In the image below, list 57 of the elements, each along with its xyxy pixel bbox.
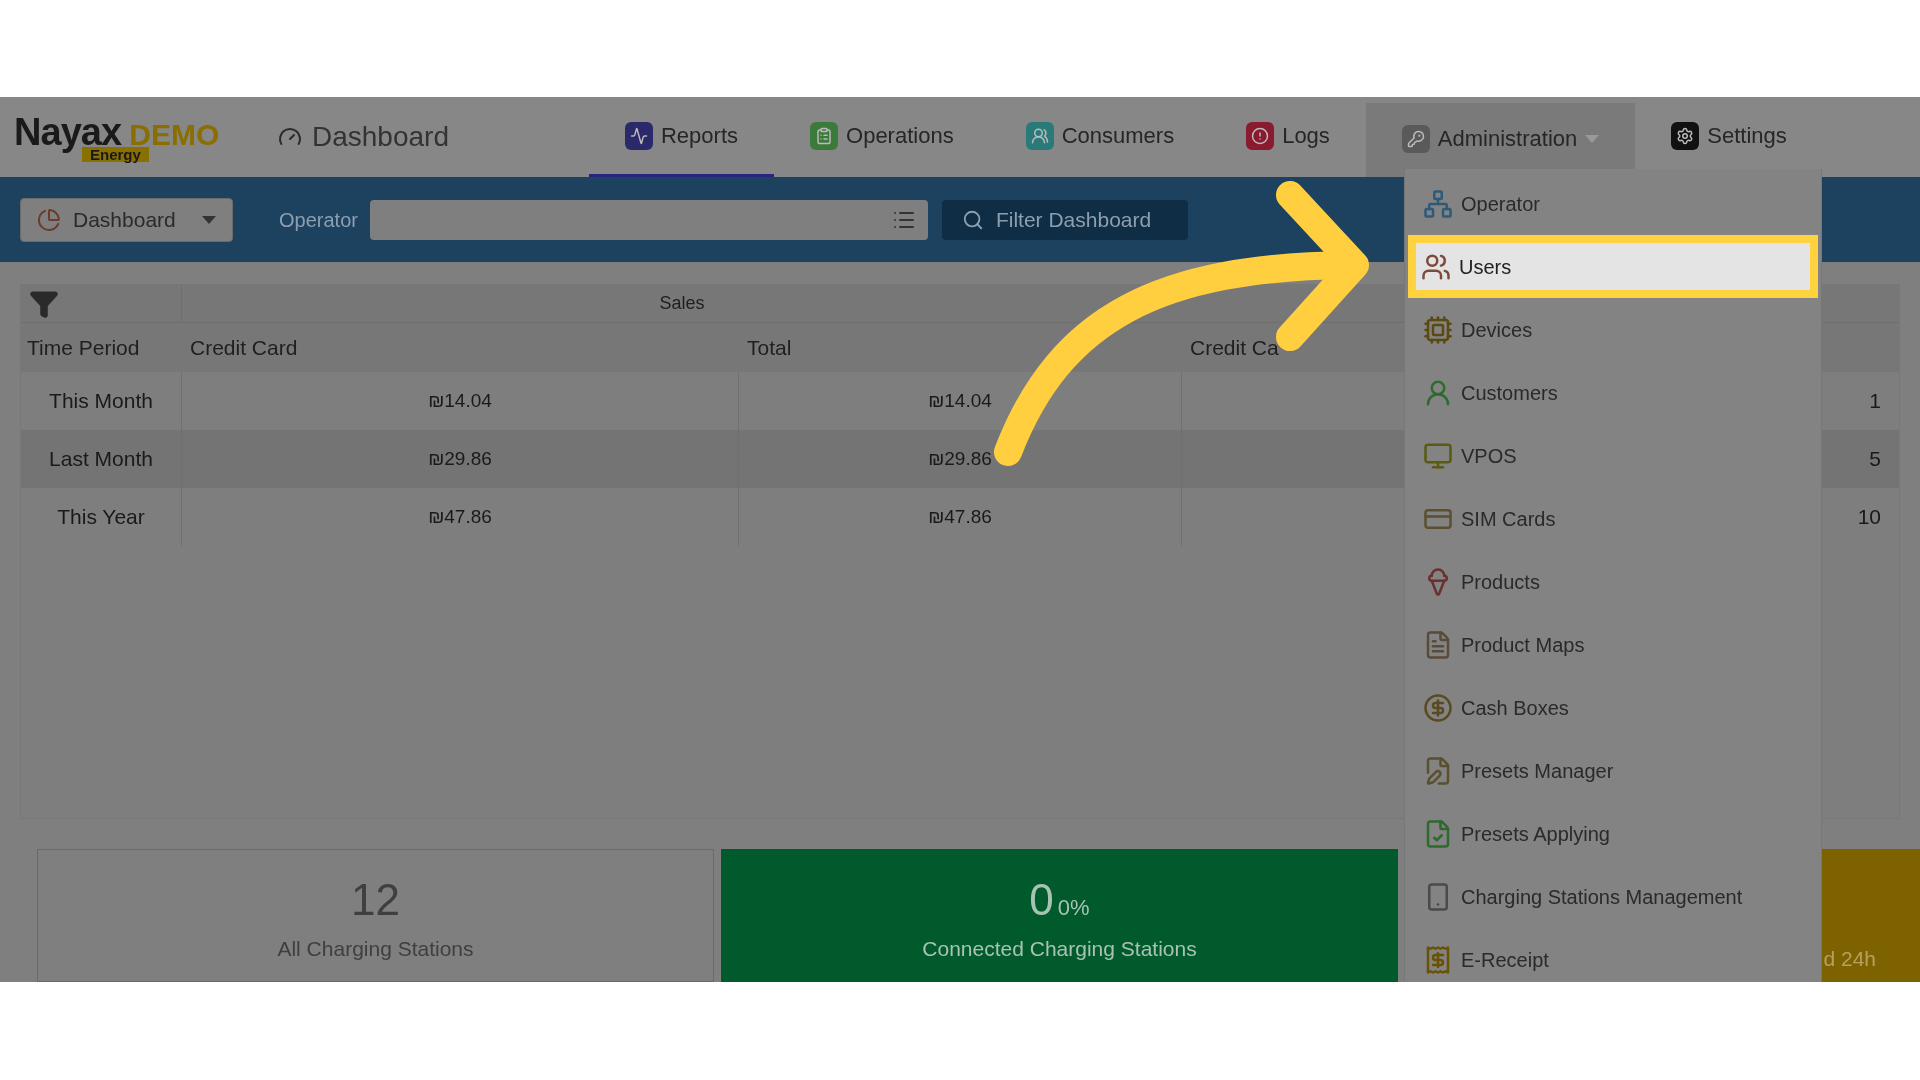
pie-chart-icon — [37, 207, 61, 232]
column-header: Credit Ca — [1190, 335, 1279, 359]
column-header: Time Period — [27, 335, 140, 359]
field-label: Operator — [279, 207, 358, 233]
nav-tab[interactable]: Administration — [1365, 103, 1636, 177]
stat-value: 0 — [1029, 873, 1054, 926]
menu-item[interactable]: Users — [1408, 235, 1818, 298]
nav-tab[interactable]: Operations — [774, 97, 990, 177]
settings-icon — [1671, 121, 1700, 150]
caret-icon — [1585, 134, 1600, 143]
alert-icon — [1246, 121, 1275, 150]
stat-label: All Charging Stations — [277, 935, 474, 962]
stat-label: d 24h — [1823, 945, 1876, 972]
table-cell-text: 10 — [1857, 504, 1881, 531]
menu-item[interactable]: Charging Stations Management — [1405, 865, 1821, 928]
table-cell-text: This Year — [57, 504, 145, 531]
table-cell-text: ₪29.86 — [928, 446, 992, 471]
table-cell-text: ₪14.04 — [428, 388, 492, 413]
chart-icon — [625, 121, 653, 150]
menu-item[interactable]: Presets Manager — [1405, 739, 1821, 802]
table-cell-text: ₪47.86 — [428, 504, 492, 529]
column-header: Total — [747, 335, 792, 359]
table-cell-text: ₪14.04 — [928, 388, 992, 413]
money-bag-icon — [1423, 692, 1453, 723]
menu-item[interactable]: SIM Cards — [1405, 487, 1821, 550]
stat-percent: 0% — [1057, 893, 1090, 922]
group-header: Sales — [659, 292, 705, 315]
table-cell-text: This Month — [49, 388, 153, 415]
menu-item[interactable]: Devices — [1405, 298, 1821, 361]
view-select[interactable]: Dashboard — [20, 197, 233, 242]
table-cell-text: Last Month — [49, 446, 153, 473]
key-icon — [1401, 124, 1430, 153]
nav-tab[interactable]: Logs — [1210, 97, 1366, 177]
menu-item[interactable]: Presets Applying — [1405, 802, 1821, 865]
stat-value: 12 — [351, 873, 400, 926]
menu-item[interactable]: VPOS — [1405, 424, 1821, 487]
page-title: Dashboard — [312, 120, 449, 154]
menu-item[interactable]: Product Maps — [1405, 613, 1821, 676]
menu-item[interactable]: E-Receipt — [1405, 928, 1821, 991]
column-header: Credit Card — [190, 335, 298, 359]
operator-field[interactable] — [369, 199, 928, 240]
nav-tab[interactable]: Consumers — [989, 97, 1211, 177]
hierarchy-icon — [1423, 188, 1453, 219]
people-icon — [1025, 121, 1054, 150]
menu-item[interactable]: Products — [1405, 550, 1821, 613]
table-cell-text: 5 — [1869, 446, 1881, 473]
table-cell-text: 1 — [1869, 388, 1881, 415]
device-icon — [1423, 314, 1453, 345]
table-cell-text: ₪29.86 — [428, 446, 492, 471]
menu-item[interactable]: Cash Boxes — [1405, 676, 1821, 739]
stat-label: Connected Charging Stations — [922, 935, 1197, 962]
table-cell-text: ₪47.86 — [928, 504, 992, 529]
menu-item[interactable]: Customers — [1405, 361, 1821, 424]
caret-icon — [202, 215, 216, 224]
clipboard-icon — [810, 121, 839, 150]
filter-button[interactable]: Filter Dashboard — [941, 199, 1188, 240]
search-icon — [961, 208, 984, 231]
